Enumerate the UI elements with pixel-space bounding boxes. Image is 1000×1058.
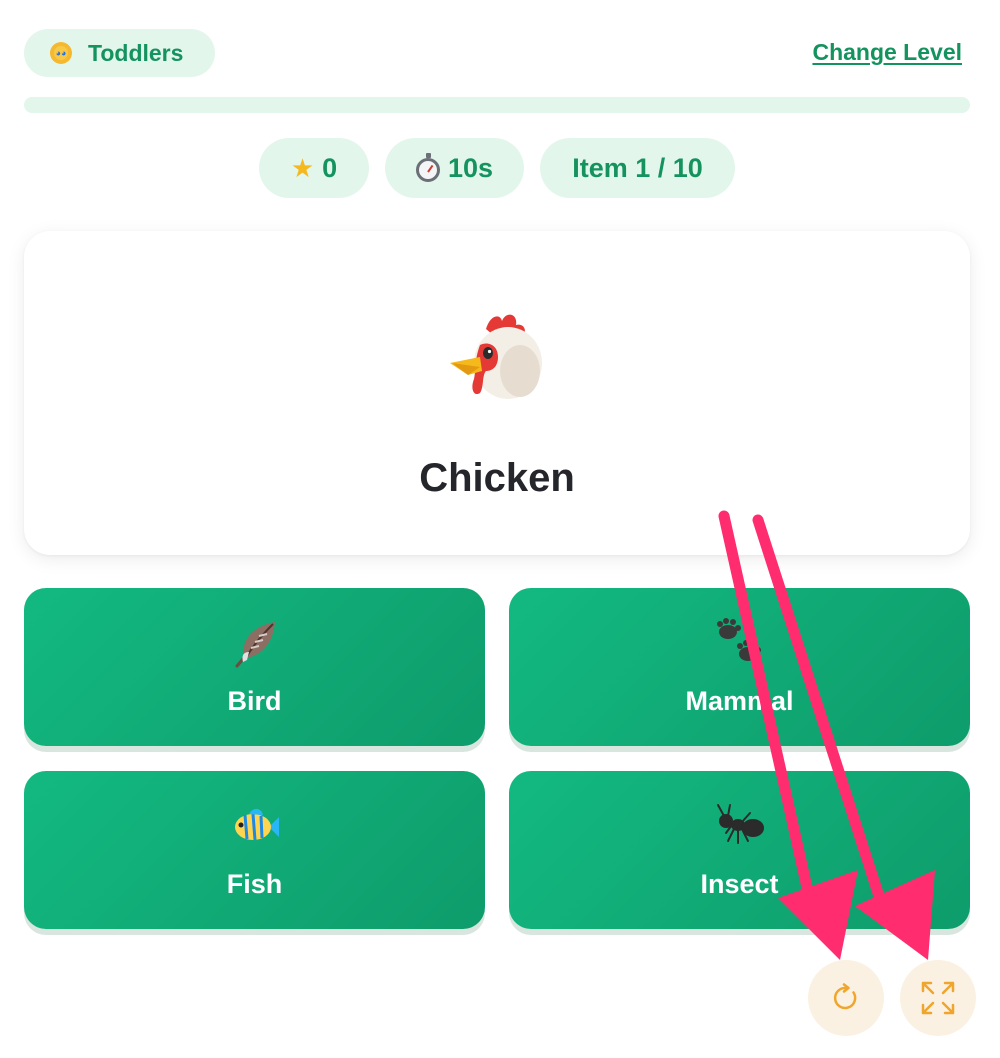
answer-button-mammal[interactable]: Mammal — [509, 588, 970, 746]
timer-badge: 10s — [385, 138, 524, 198]
restart-icon — [833, 983, 857, 1010]
answer-button-bird[interactable]: Bird — [24, 588, 485, 746]
change-level-link[interactable]: Change Level — [812, 39, 962, 66]
chicken-icon — [450, 314, 542, 399]
answer-button-insect[interactable]: Insect — [509, 771, 970, 929]
restart-button[interactable] — [808, 960, 884, 1036]
tropical-fish-icon — [235, 808, 279, 841]
feather-icon — [235, 622, 275, 668]
answer-label: Fish — [226, 869, 283, 899]
answer-label: Mammal — [685, 686, 794, 716]
item-counter-badge: Item 1 / 10 — [540, 138, 735, 198]
paw-prints-icon — [717, 618, 761, 661]
item-counter: Item 1 / 10 — [572, 152, 703, 183]
score-value: 0 — [322, 152, 338, 183]
level-badge: ◕◕ Toddlers — [24, 29, 215, 77]
question-card: Chicken — [24, 231, 970, 555]
ant-icon — [717, 804, 764, 844]
baby-face-icon: ◕◕ — [50, 42, 72, 64]
timer-value: 10s — [447, 152, 494, 183]
answer-button-fish[interactable]: Fish — [24, 771, 485, 929]
progress-bar — [24, 97, 970, 113]
star-icon: ★ — [290, 153, 315, 183]
card-word: Chicken — [419, 456, 575, 500]
level-label: Toddlers — [88, 39, 184, 66]
stopwatch-icon — [415, 152, 440, 182]
answer-label: Insect — [700, 869, 779, 899]
fullscreen-button[interactable] — [900, 960, 976, 1036]
score-badge: ★ 0 — [259, 138, 369, 198]
answer-label: Bird — [227, 686, 282, 716]
game-panel: ◕◕ Toddlers Change Level ★ 0 10s Item 1 … — [0, 0, 1000, 1058]
fullscreen-icon — [921, 981, 955, 1015]
stats-row: ★ 0 10s Item 1 / 10 — [0, 138, 1000, 198]
